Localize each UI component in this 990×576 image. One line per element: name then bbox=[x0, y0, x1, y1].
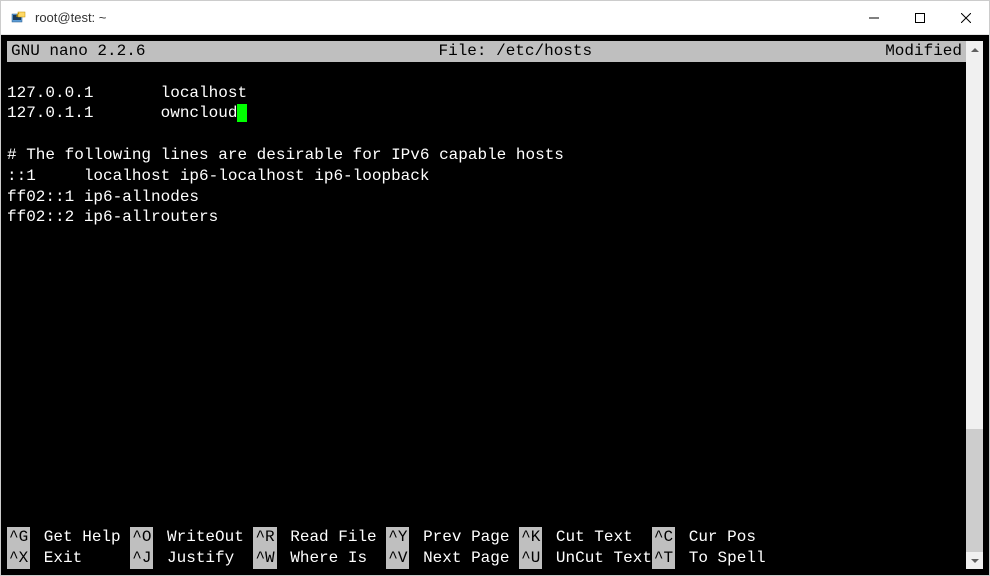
shortcut-label: Exit bbox=[30, 548, 130, 569]
shortcuts-row-1: ^G Get Help ^O WriteOut ^R Read File ^Y … bbox=[7, 527, 966, 548]
shortcut-key: ^V bbox=[386, 548, 409, 569]
editor-line bbox=[7, 62, 966, 83]
shortcut-key: ^Y bbox=[386, 527, 409, 548]
shortcut-label: Cur Pos bbox=[675, 527, 765, 548]
editor-line: ff02::2 ip6-allrouters bbox=[7, 207, 966, 228]
shortcut-label: Prev Page bbox=[409, 527, 519, 548]
terminal-container: GNU nano 2.2.6 File: /etc/hosts Modified… bbox=[1, 35, 989, 575]
editor-line: 127.0.1.1 owncloud bbox=[7, 103, 966, 124]
scrollbar[interactable] bbox=[966, 41, 983, 569]
terminal[interactable]: GNU nano 2.2.6 File: /etc/hosts Modified… bbox=[7, 41, 966, 569]
maximize-button[interactable] bbox=[897, 1, 943, 34]
putty-icon bbox=[11, 10, 27, 26]
shortcut-key: ^W bbox=[253, 548, 276, 569]
shortcut-key: ^O bbox=[130, 527, 153, 548]
shortcut-key: ^K bbox=[519, 527, 542, 548]
scroll-down-arrow[interactable] bbox=[966, 552, 983, 569]
nano-status: Modified bbox=[885, 41, 962, 62]
close-button[interactable] bbox=[943, 1, 989, 34]
editor-line: ::1 localhost ip6-localhost ip6-loopback bbox=[7, 166, 966, 187]
nano-version: GNU nano 2.2.6 bbox=[11, 41, 145, 62]
shortcut-label: UnCut Text bbox=[542, 548, 652, 569]
editor-line: # The following lines are desirable for … bbox=[7, 145, 966, 166]
shortcuts-row-2: ^X Exit ^J Justify ^W Where Is ^V Next P… bbox=[7, 548, 966, 569]
shortcut-key: ^R bbox=[253, 527, 276, 548]
shortcut-label: To Spell bbox=[675, 548, 765, 569]
shortcut-label: Where Is bbox=[277, 548, 387, 569]
nano-header: GNU nano 2.2.6 File: /etc/hosts Modified bbox=[7, 41, 966, 62]
nano-file: File: /etc/hosts bbox=[145, 41, 885, 62]
scrollbar-thumb[interactable] bbox=[966, 429, 983, 553]
editor-line: 127.0.0.1 localhost bbox=[7, 83, 966, 104]
putty-window: root@test: ~ GNU nano 2.2.6 File: /etc/h… bbox=[0, 0, 990, 576]
shortcut-key: ^G bbox=[7, 527, 30, 548]
shortcut-key: ^X bbox=[7, 548, 30, 569]
shortcut-label: Read File bbox=[277, 527, 387, 548]
editor-line: ff02::1 ip6-allnodes bbox=[7, 187, 966, 208]
shortcut-label: Next Page bbox=[409, 548, 519, 569]
shortcut-key: ^U bbox=[519, 548, 542, 569]
window-title: root@test: ~ bbox=[35, 10, 851, 25]
shortcut-key: ^C bbox=[652, 527, 675, 548]
editor-area[interactable]: 127.0.0.1 localhost127.0.1.1 owncloud # T… bbox=[7, 62, 966, 528]
nano-footer: ^G Get Help ^O WriteOut ^R Read File ^Y … bbox=[7, 527, 966, 569]
shortcut-label: Get Help bbox=[30, 527, 130, 548]
scrollbar-track[interactable] bbox=[966, 58, 983, 552]
window-controls bbox=[851, 1, 989, 34]
minimize-button[interactable] bbox=[851, 1, 897, 34]
scroll-up-arrow[interactable] bbox=[966, 41, 983, 58]
shortcut-key: ^J bbox=[130, 548, 153, 569]
shortcut-label: WriteOut bbox=[153, 527, 253, 548]
editor-line bbox=[7, 124, 966, 145]
cursor bbox=[237, 104, 247, 122]
titlebar[interactable]: root@test: ~ bbox=[1, 1, 989, 35]
shortcut-label: Cut Text bbox=[542, 527, 652, 548]
shortcut-label: Justify bbox=[153, 548, 253, 569]
shortcut-key: ^T bbox=[652, 548, 675, 569]
